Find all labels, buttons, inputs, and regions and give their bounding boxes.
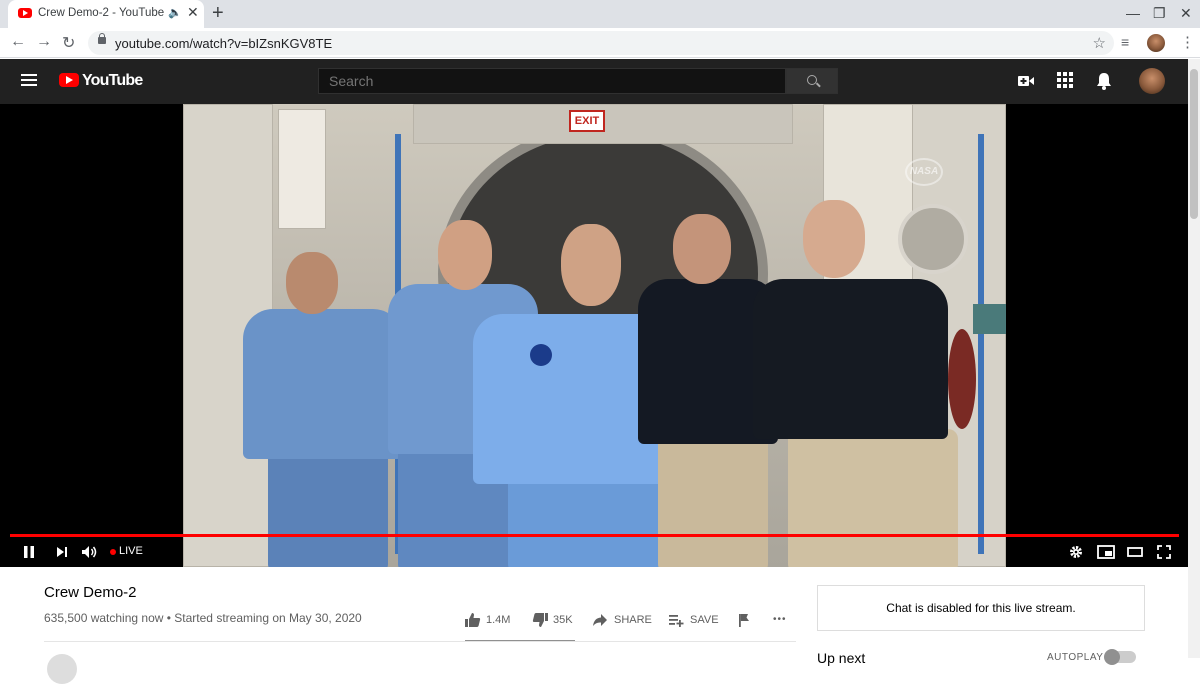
dislike-count: 35K	[553, 614, 573, 626]
share-arrow-icon	[593, 614, 607, 626]
minimize-button[interactable]: —	[1126, 5, 1140, 21]
back-arrow-icon[interactable]: ←	[10, 33, 26, 51]
video-view-info: 635,500 watching now • Started streaming…	[44, 611, 362, 625]
autoplay-toggle[interactable]	[1104, 649, 1136, 665]
apps-grid-icon[interactable]	[1057, 72, 1073, 88]
scrollbar-thumb[interactable]	[1190, 69, 1198, 219]
chat-disabled-notice: Chat is disabled for this live stream.	[817, 585, 1145, 631]
save-label: SAVE	[690, 614, 719, 626]
restore-button[interactable]: ❐	[1153, 5, 1166, 22]
youtube-logo-text[interactable]: YouTube	[82, 72, 143, 90]
live-label[interactable]: LIVE	[119, 545, 143, 557]
fullscreen-icon[interactable]	[1157, 545, 1171, 559]
red-ring-fixture	[948, 329, 976, 429]
bookmark-star-icon[interactable]: ☆	[1093, 34, 1106, 52]
channel-avatar[interactable]	[47, 654, 77, 684]
page-scrollbar[interactable]	[1188, 59, 1200, 658]
lock-icon	[98, 33, 106, 44]
live-progress-bar[interactable]	[10, 534, 1179, 537]
create-video-icon[interactable]	[1017, 72, 1035, 90]
tab-close-icon[interactable]: ✕	[187, 4, 199, 21]
video-player[interactable]: EXIT NASA LIVE	[0, 104, 1188, 567]
thumbs-down-icon	[532, 613, 548, 627]
browser-tab-strip: Crew Demo-2 - YouTube 🔈 ✕ + — ❐ ✕	[0, 0, 1200, 28]
account-avatar[interactable]	[1139, 68, 1165, 94]
close-window-button[interactable]: ✕	[1180, 5, 1192, 22]
next-icon[interactable]	[55, 545, 69, 559]
live-indicator-dot	[110, 549, 116, 555]
youtube-favicon-icon	[18, 8, 32, 18]
search-icon	[807, 75, 817, 85]
menu-icon[interactable]	[21, 74, 37, 86]
equipment-port	[898, 204, 968, 274]
youtube-header: YouTube	[0, 59, 1188, 104]
small-monitor	[973, 304, 1006, 334]
profile-avatar[interactable]	[1147, 34, 1165, 52]
new-tab-button[interactable]: +	[212, 2, 224, 25]
search-button[interactable]	[786, 68, 838, 94]
blue-rail-right	[978, 134, 984, 554]
search-input[interactable]	[318, 68, 786, 94]
settings-gear-icon[interactable]	[1069, 545, 1083, 559]
chrome-menu-icon[interactable]: ⋮	[1180, 33, 1195, 51]
exit-sign: EXIT	[569, 110, 605, 132]
address-bar[interactable]: youtube.com/watch?v=bIZsnKGV8TE ☆	[88, 31, 1114, 55]
playlist-add-icon	[669, 615, 684, 627]
forward-arrow-icon[interactable]: →	[36, 33, 52, 51]
reload-icon[interactable]: ↻	[62, 33, 75, 53]
control-panel-placard	[278, 109, 326, 229]
browser-toolbar: ← → ↻ youtube.com/watch?v=bIZsnKGV8TE ☆ …	[0, 28, 1200, 58]
url-text[interactable]: youtube.com/watch?v=bIZsnKGV8TE	[115, 36, 332, 51]
video-frame[interactable]: EXIT NASA	[183, 104, 1006, 567]
up-next-heading: Up next	[817, 650, 866, 666]
notifications-bell-icon[interactable]	[1096, 72, 1112, 90]
like-count: 1.4M	[486, 614, 511, 626]
share-label: SHARE	[614, 614, 652, 626]
youtube-logo-icon[interactable]	[59, 73, 79, 87]
pause-icon[interactable]	[22, 545, 36, 559]
browser-tab[interactable]: Crew Demo-2 - YouTube 🔈 ✕	[8, 0, 204, 28]
more-actions-icon[interactable]: •••	[773, 614, 787, 625]
miniplayer-icon[interactable]	[1097, 545, 1115, 559]
tab-audio-icon[interactable]: 🔈	[168, 6, 182, 19]
report-flag-icon[interactable]	[738, 613, 750, 627]
video-title: Crew Demo-2	[44, 584, 137, 601]
tab-title: Crew Demo-2 - YouTube	[38, 7, 165, 19]
section-divider	[44, 641, 796, 642]
media-queue-icon[interactable]: ≡	[1121, 34, 1129, 50]
theater-mode-icon[interactable]	[1127, 545, 1143, 559]
nasa-watermark: NASA	[905, 158, 943, 186]
volume-icon[interactable]	[81, 545, 99, 559]
thumbs-up-icon	[465, 613, 481, 627]
